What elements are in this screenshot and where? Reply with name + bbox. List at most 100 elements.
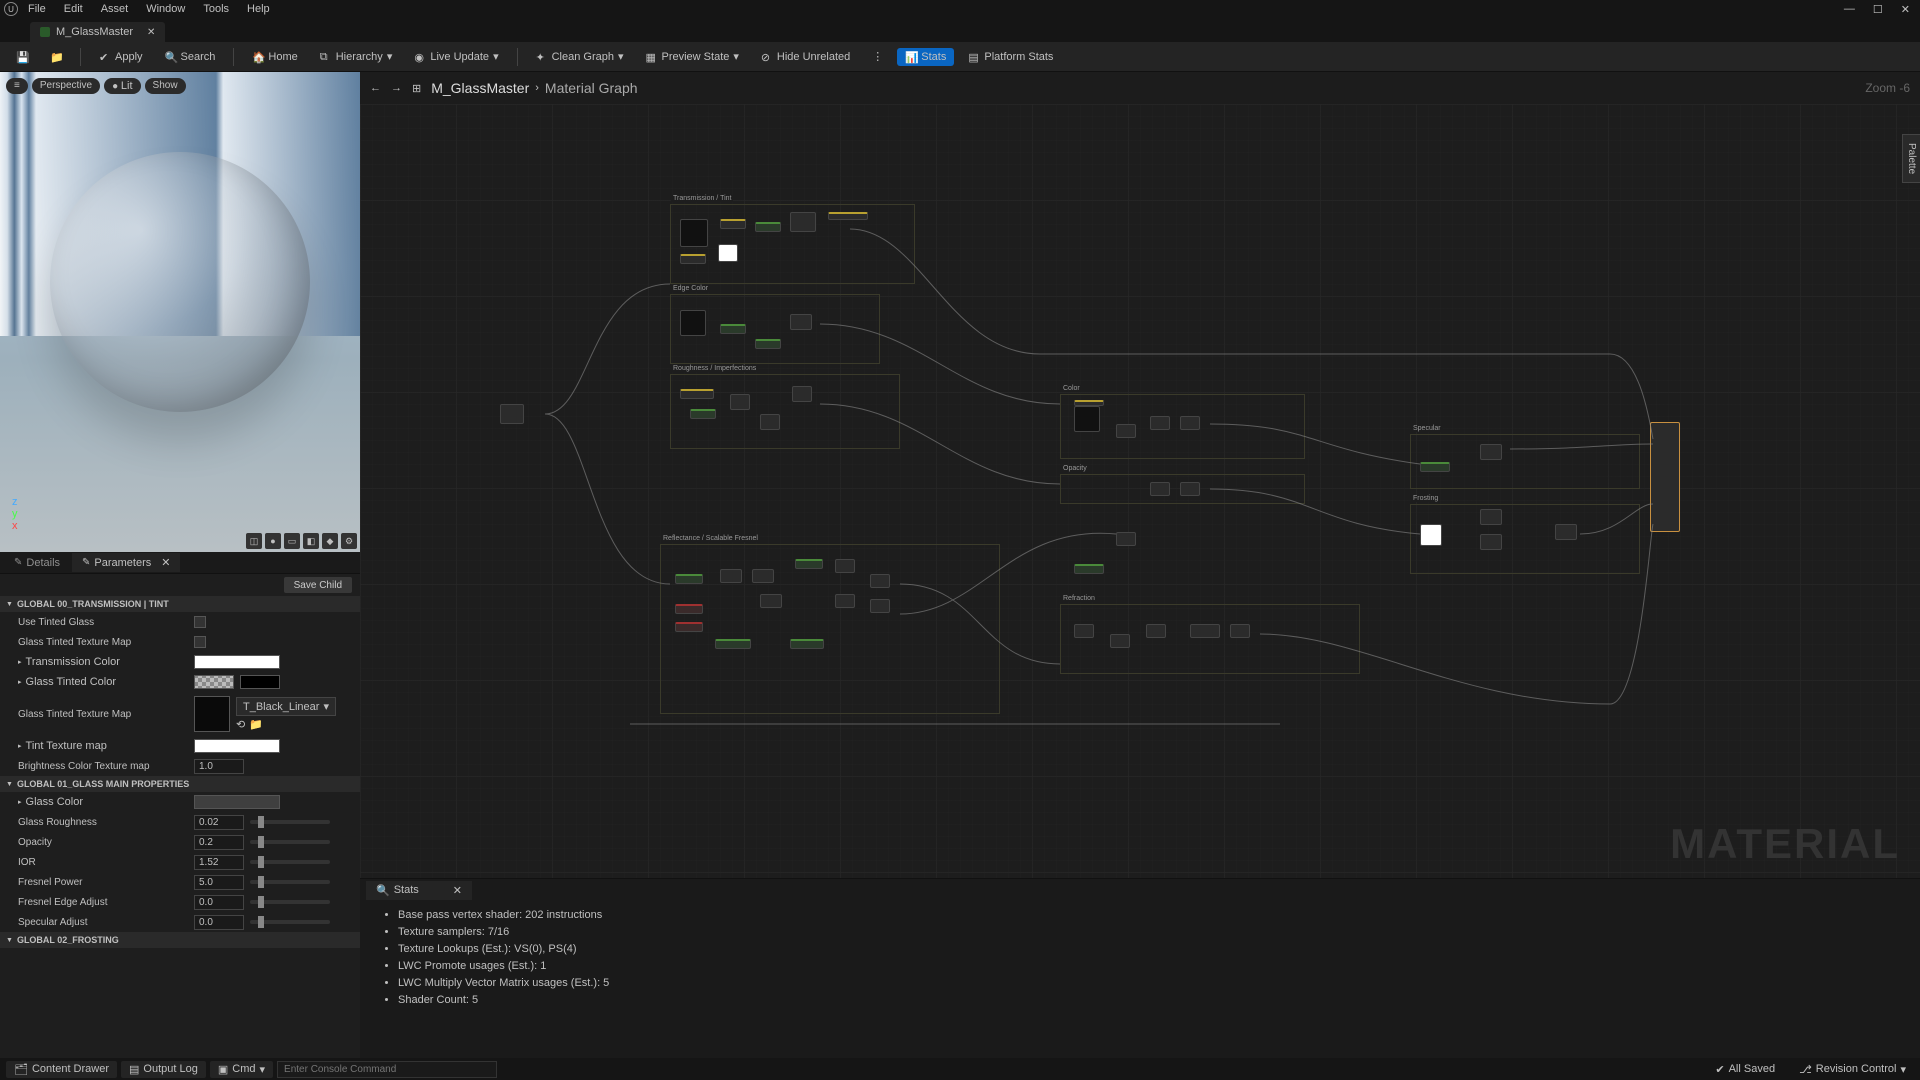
- close-tab-icon[interactable]: ✕: [453, 884, 462, 897]
- chevron-down-icon: ▾: [1900, 1063, 1906, 1076]
- browse-texture-icon[interactable]: 📁: [249, 718, 263, 731]
- cube-icon[interactable]: ◧: [303, 533, 319, 549]
- stats-panel: 🔍Stats✕ Base pass vertex shader: 202 ins…: [360, 878, 1920, 1058]
- browse-button[interactable]: 📁: [42, 48, 70, 66]
- nav-forward-icon[interactable]: →: [391, 82, 402, 95]
- graph-canvas[interactable]: Palette Transmission / Tint Edge Color R…: [360, 104, 1920, 878]
- breadcrumb-asset[interactable]: M_GlassMaster: [431, 80, 529, 96]
- hide-icon: ⊘: [761, 51, 773, 63]
- slider-track[interactable]: [250, 820, 330, 824]
- menu-window[interactable]: Window: [146, 3, 185, 15]
- slider-track[interactable]: [250, 860, 330, 864]
- param-label: ▸Glass Color: [18, 796, 188, 808]
- stat-line: Shader Count: 5: [398, 992, 1900, 1009]
- output-log-button[interactable]: ▤Output Log: [121, 1061, 206, 1078]
- apply-button[interactable]: ✔Apply: [91, 48, 151, 66]
- param-label: Glass Tinted Texture Map: [18, 637, 188, 648]
- console-input[interactable]: [277, 1061, 497, 1078]
- preview-state-button[interactable]: ▦Preview State▾: [638, 47, 747, 66]
- slider-track[interactable]: [250, 840, 330, 844]
- log-icon: ▤: [129, 1063, 139, 1076]
- asset-tab[interactable]: M_GlassMaster ✕: [30, 22, 165, 42]
- mesh-icon[interactable]: ◆: [322, 533, 338, 549]
- group-frosting[interactable]: GLOBAL 02_FROSTING: [0, 932, 360, 948]
- close-tab-icon[interactable]: ✕: [147, 27, 155, 38]
- menu-tools[interactable]: Tools: [203, 3, 229, 15]
- number-input[interactable]: 0.0: [194, 895, 244, 910]
- use-texture-icon[interactable]: ⟲: [236, 718, 245, 731]
- menu-help[interactable]: Help: [247, 3, 270, 15]
- parameters-label: Parameters: [94, 557, 151, 569]
- menu-edit[interactable]: Edit: [64, 3, 83, 15]
- number-input[interactable]: 1.52: [194, 855, 244, 870]
- viewport-menu-button[interactable]: ≡: [6, 78, 28, 94]
- sphere-icon[interactable]: ●: [265, 533, 281, 549]
- live-update-button[interactable]: ◉Live Update▾: [406, 47, 506, 66]
- pencil-icon: ✎: [14, 557, 22, 568]
- slider-track[interactable]: [250, 900, 330, 904]
- save-child-button[interactable]: Save Child: [284, 577, 352, 593]
- home-button[interactable]: 🏠Home: [244, 48, 305, 66]
- plane-icon[interactable]: ▭: [284, 533, 300, 549]
- number-input[interactable]: 0.0: [194, 915, 244, 930]
- param-use-tinted: Use Tinted Glass: [0, 612, 360, 632]
- color-swatch[interactable]: [194, 739, 280, 753]
- close-tab-icon[interactable]: ✕: [161, 556, 170, 569]
- clean-graph-button[interactable]: ✦Clean Graph▾: [528, 47, 632, 66]
- material-icon: [40, 27, 50, 37]
- color-swatch[interactable]: [194, 655, 280, 669]
- search-icon: 🔍: [376, 884, 390, 897]
- stats-button[interactable]: 📊Stats: [897, 48, 954, 66]
- show-button[interactable]: Show: [145, 78, 186, 94]
- revision-control-button[interactable]: ⎇Revision Control▾: [1791, 1061, 1914, 1078]
- all-saved-status[interactable]: ✔All Saved: [1707, 1061, 1783, 1078]
- number-input[interactable]: 0.2: [194, 835, 244, 850]
- minimize-icon[interactable]: —: [1844, 3, 1855, 16]
- number-input[interactable]: 1.0: [194, 759, 244, 774]
- material-preview-viewport[interactable]: ≡ Perspective ● Lit Show zyx ◫ ● ▭ ◧ ◆ ⚙: [0, 72, 360, 552]
- number-input[interactable]: 5.0: [194, 875, 244, 890]
- lit-button[interactable]: ● Lit: [104, 78, 140, 94]
- checkbox[interactable]: [194, 616, 206, 628]
- tab-details[interactable]: ✎Details: [4, 554, 70, 572]
- color-swatch[interactable]: [194, 795, 280, 809]
- slider-track[interactable]: [250, 920, 330, 924]
- texture-slot: T_Black_Linear ▾ ⟲ 📁: [194, 696, 336, 732]
- texture-dropdown[interactable]: T_Black_Linear ▾: [236, 697, 336, 716]
- tab-parameters[interactable]: ✎Parameters✕: [72, 553, 180, 572]
- grid-icon[interactable]: ⊞: [412, 82, 421, 95]
- hide-unrelated-button[interactable]: ⊘Hide Unrelated: [753, 48, 858, 66]
- group-glass-main[interactable]: GLOBAL 01_GLASS MAIN PROPERTIES: [0, 776, 360, 792]
- maximize-icon[interactable]: ☐: [1873, 3, 1883, 16]
- hierarchy-button[interactable]: ⧉Hierarchy▾: [312, 47, 401, 66]
- more-button[interactable]: ⋮: [864, 47, 891, 66]
- menu-file[interactable]: File: [28, 3, 46, 15]
- cylinder-icon[interactable]: ◫: [246, 533, 262, 549]
- close-icon[interactable]: ✕: [1901, 3, 1910, 16]
- color-swatch[interactable]: [240, 675, 280, 689]
- number-input[interactable]: 0.02: [194, 815, 244, 830]
- chevron-down-icon: ▾: [323, 700, 329, 713]
- slider-track[interactable]: [250, 880, 330, 884]
- perspective-button[interactable]: Perspective: [32, 78, 100, 94]
- group-transmission[interactable]: GLOBAL 00_TRANSMISSION | TINT: [0, 596, 360, 612]
- texture-name: T_Black_Linear: [243, 701, 319, 713]
- search-button[interactable]: 🔍Search: [157, 48, 224, 66]
- platform-stats-button[interactable]: ▤Platform Stats: [960, 48, 1061, 66]
- parameters-panel[interactable]: GLOBAL 00_TRANSMISSION | TINT Use Tinted…: [0, 596, 360, 1058]
- axis-gizmo: zyx: [12, 496, 18, 532]
- menu-asset[interactable]: Asset: [101, 3, 129, 15]
- hierarchy-label: Hierarchy: [336, 51, 383, 63]
- color-swatch[interactable]: [194, 675, 234, 689]
- content-drawer-button[interactable]: 🗂Content Drawer: [6, 1061, 117, 1078]
- texture-thumbnail[interactable]: [194, 696, 230, 732]
- save-button[interactable]: 💾: [8, 48, 36, 66]
- viewport-settings-icon[interactable]: ⚙: [341, 533, 357, 549]
- param-label: Use Tinted Glass: [18, 617, 188, 628]
- tab-stats[interactable]: 🔍Stats✕: [366, 881, 472, 900]
- cmd-dropdown[interactable]: ▣Cmd▾: [210, 1061, 273, 1078]
- param-glass-color: ▸Glass Color: [0, 792, 360, 812]
- divider: [233, 48, 234, 66]
- nav-back-icon[interactable]: ←: [370, 82, 381, 95]
- checkbox[interactable]: [194, 636, 206, 648]
